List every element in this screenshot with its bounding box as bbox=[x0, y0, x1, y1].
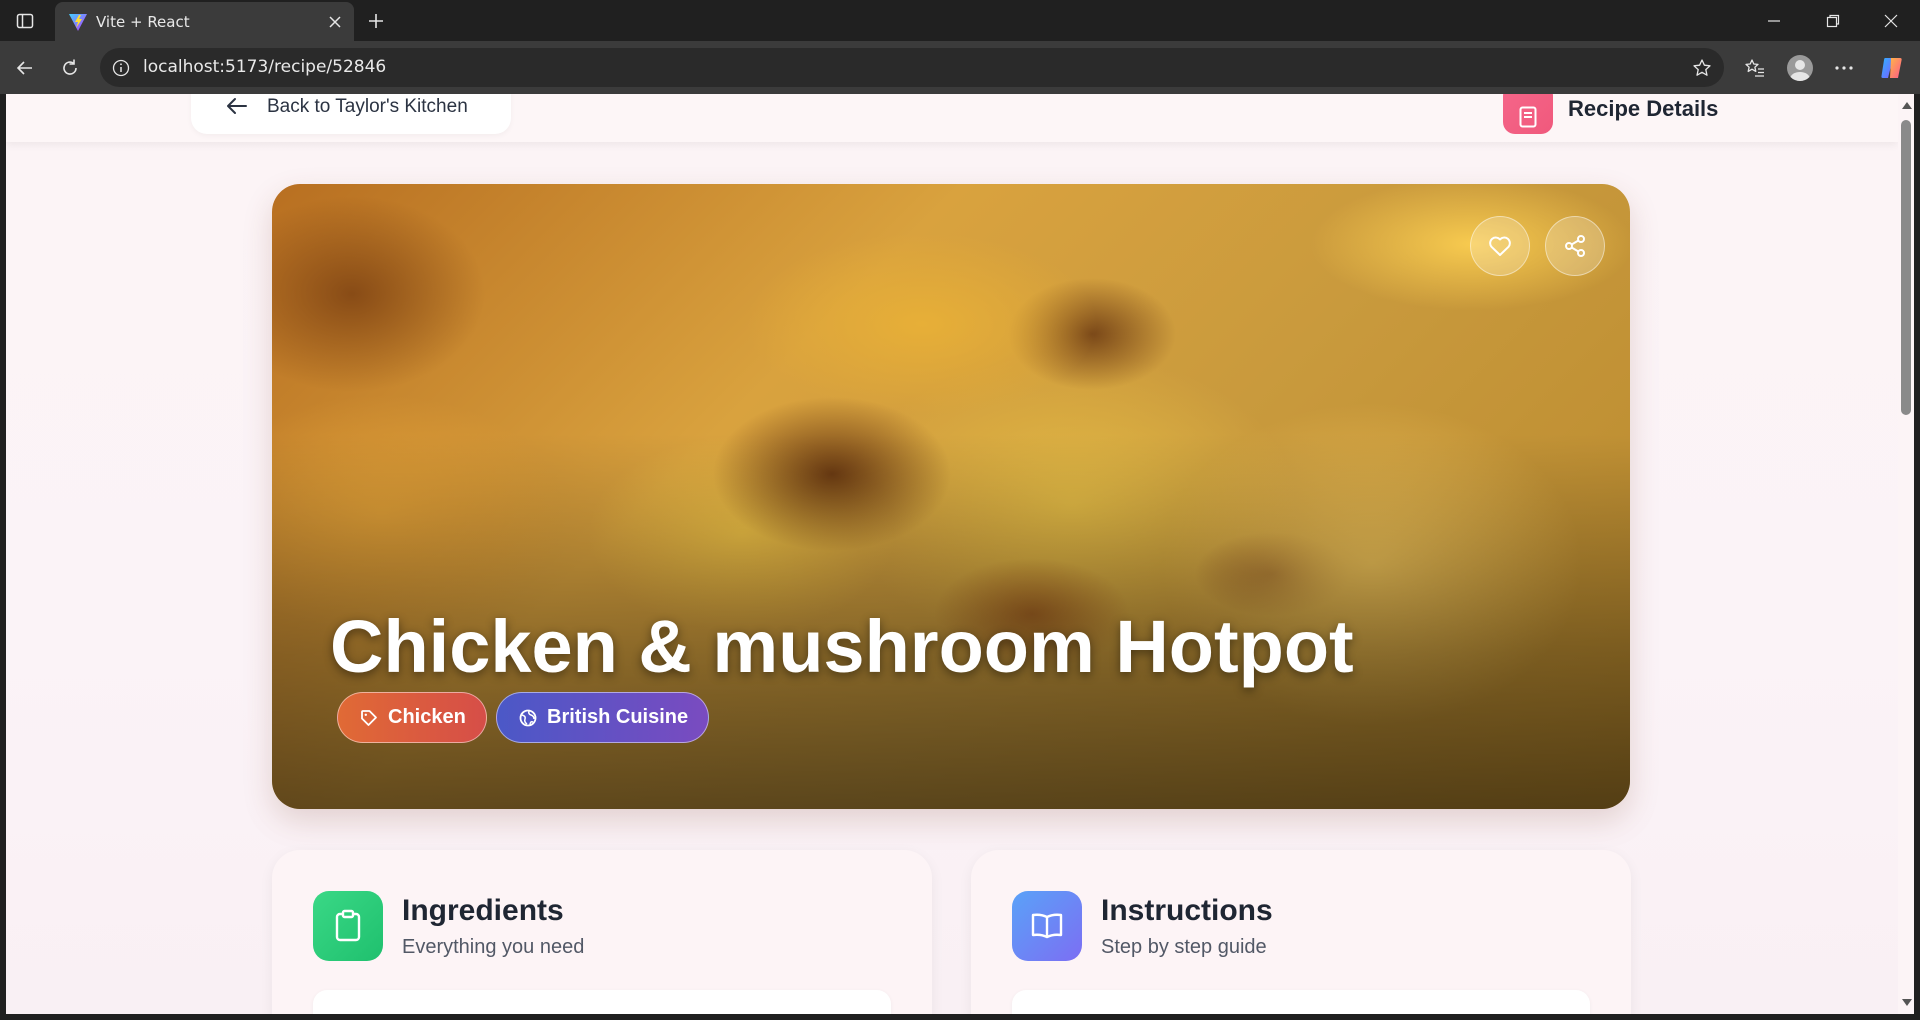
browser-tab[interactable]: Vite + React bbox=[55, 2, 354, 41]
category-badge[interactable]: Chicken bbox=[337, 692, 487, 743]
share-button[interactable] bbox=[1545, 216, 1605, 276]
recipe-title: Chicken & mushroom Hotpot bbox=[330, 605, 1354, 688]
page-scrollbar[interactable] bbox=[1898, 94, 1914, 1014]
sidebar-toggle-icon[interactable] bbox=[10, 7, 40, 35]
ingredients-title: Ingredients bbox=[402, 894, 564, 927]
document-icon bbox=[1503, 94, 1553, 134]
vite-logo-icon bbox=[68, 12, 88, 32]
recipe-hero: Chicken & mushroom Hotpot Chicken Britis… bbox=[272, 184, 1630, 809]
cuisine-badge[interactable]: British Cuisine bbox=[496, 692, 710, 743]
browser-tab-bar: Vite + React bbox=[0, 0, 1920, 41]
share-icon bbox=[1565, 235, 1585, 257]
address-bar[interactable]: localhost:5173/recipe/52846 bbox=[100, 48, 1724, 87]
heart-icon bbox=[1489, 236, 1511, 256]
ingredients-card: Ingredients Everything you need bbox=[272, 850, 932, 1014]
tab-title: Vite + React bbox=[96, 13, 190, 31]
arrow-left-icon bbox=[227, 98, 247, 114]
restore-icon[interactable] bbox=[1804, 0, 1862, 41]
back-link-label: Back to Taylor's Kitchen bbox=[267, 96, 468, 117]
app-header: Back to Taylor's Kitchen Recipe Details bbox=[6, 94, 1898, 142]
tag-icon bbox=[361, 709, 377, 726]
browser-toolbar: localhost:5173/recipe/52846 bbox=[0, 41, 1920, 94]
back-arrow-icon[interactable] bbox=[8, 51, 42, 85]
ingredients-list bbox=[313, 990, 891, 1014]
instructions-list bbox=[1012, 990, 1590, 1014]
page-viewport: Back to Taylor's Kitchen Recipe Details … bbox=[6, 94, 1898, 1014]
clipboard-icon bbox=[313, 891, 383, 961]
url-text: localhost:5173/recipe/52846 bbox=[143, 57, 387, 77]
close-tab-icon[interactable] bbox=[324, 11, 346, 33]
site-info-icon[interactable] bbox=[111, 58, 131, 78]
category-label: Chicken bbox=[388, 706, 466, 728]
instructions-title: Instructions bbox=[1101, 894, 1273, 927]
favorite-star-icon[interactable] bbox=[1690, 56, 1714, 80]
copilot-icon[interactable] bbox=[1875, 51, 1909, 85]
book-open-icon bbox=[1012, 891, 1082, 961]
instructions-subtitle: Step by step guide bbox=[1101, 936, 1267, 958]
scroll-down-icon[interactable] bbox=[1902, 999, 1912, 1006]
reload-icon[interactable] bbox=[53, 51, 87, 85]
favorite-button[interactable] bbox=[1470, 216, 1530, 276]
ingredients-subtitle: Everything you need bbox=[402, 936, 585, 958]
scroll-up-icon[interactable] bbox=[1902, 102, 1912, 109]
instructions-card: Instructions Step by step guide bbox=[971, 850, 1631, 1014]
globe-icon bbox=[519, 709, 537, 726]
back-to-kitchen-link[interactable]: Back to Taylor's Kitchen bbox=[191, 94, 511, 134]
page-title: Recipe Details bbox=[1568, 96, 1719, 121]
profile-avatar-icon[interactable] bbox=[1783, 51, 1817, 85]
favorites-list-icon[interactable] bbox=[1738, 51, 1772, 85]
cuisine-label: British Cuisine bbox=[547, 706, 689, 728]
new-tab-icon[interactable] bbox=[362, 7, 390, 35]
more-options-icon[interactable] bbox=[1827, 51, 1861, 85]
close-window-icon[interactable] bbox=[1862, 0, 1920, 41]
minimize-icon[interactable] bbox=[1745, 0, 1803, 41]
scrollbar-thumb[interactable] bbox=[1901, 120, 1911, 415]
